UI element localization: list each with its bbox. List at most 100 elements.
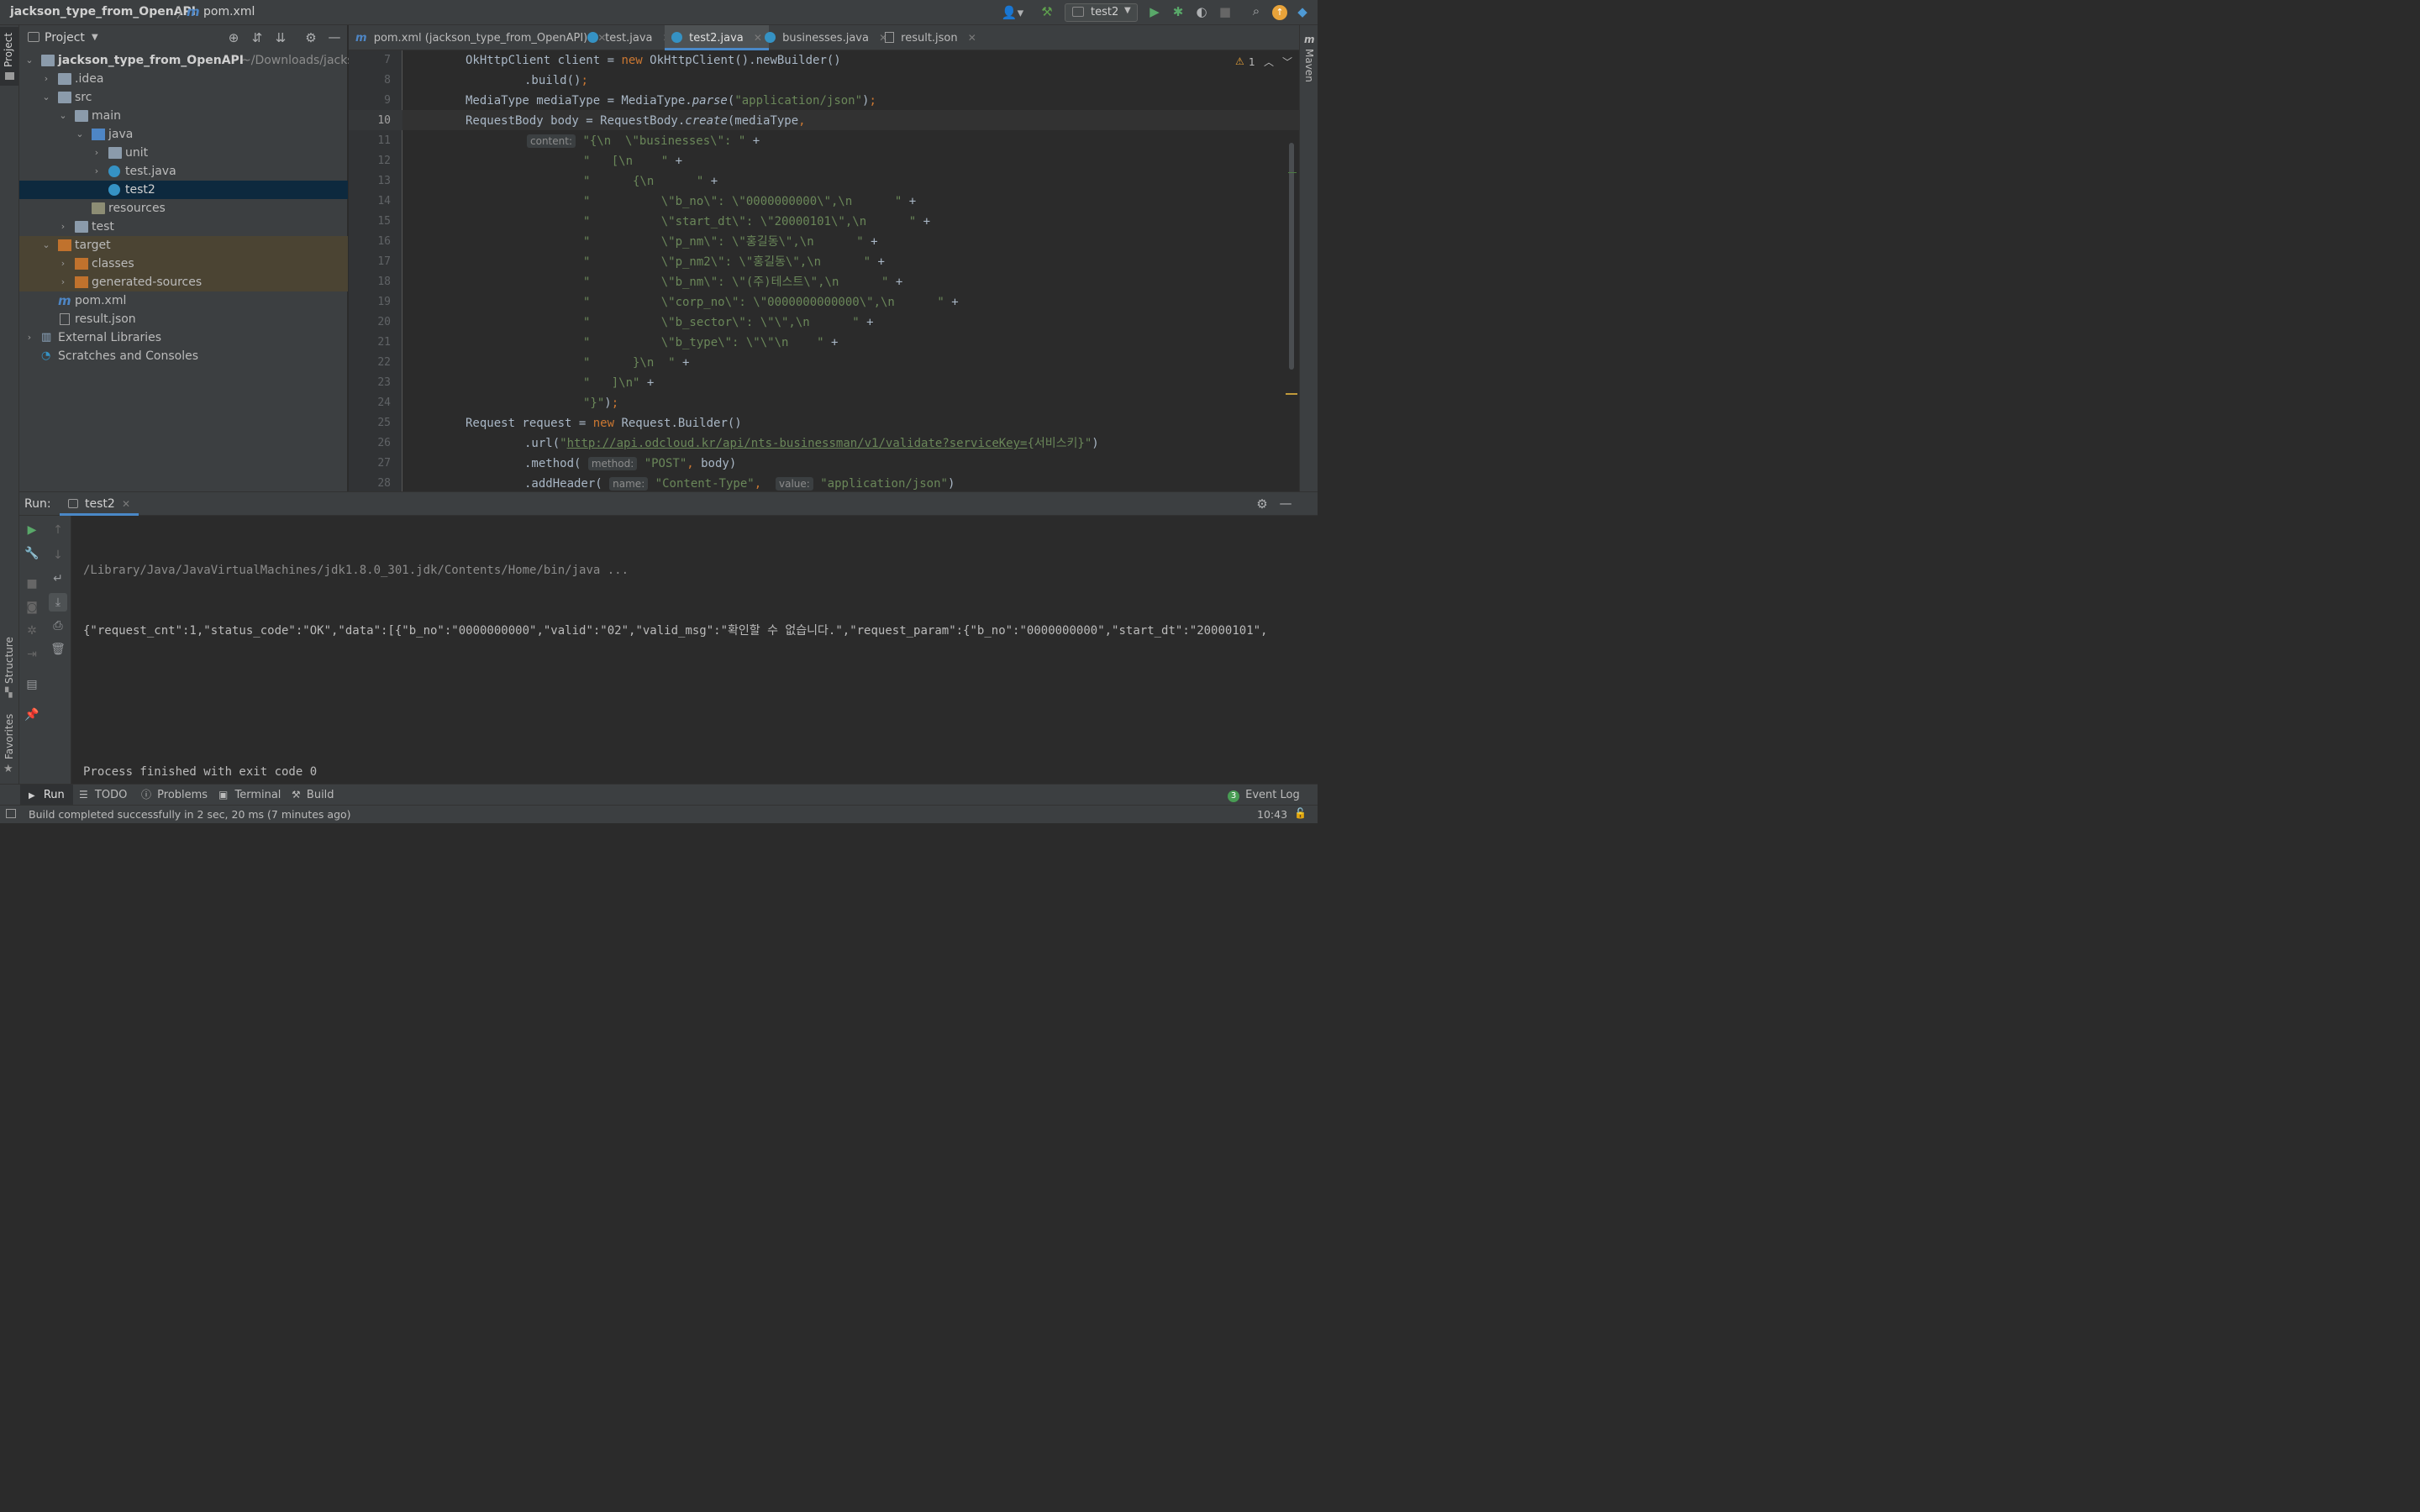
line-number[interactable]: 18 (349, 272, 391, 292)
tab-result-json[interactable]: result.json ✕ (885, 25, 976, 50)
minimize-icon[interactable]: — (327, 29, 342, 45)
debug-icon[interactable]: ✱ (1171, 4, 1185, 19)
user-icon[interactable]: 👤▾ (1000, 5, 1025, 20)
line-number[interactable]: 9 (349, 91, 391, 111)
line-number[interactable]: 23 (349, 373, 391, 393)
line-number[interactable]: 11 (349, 131, 391, 151)
stop-icon[interactable]: ■ (1218, 4, 1232, 19)
update-icon[interactable]: ↑ (1272, 5, 1287, 20)
line-number[interactable]: 8 (349, 71, 391, 91)
line-number[interactable]: 15 (349, 212, 391, 232)
structure-tool-tab[interactable]: Structure ▚ (0, 637, 18, 698)
line-number[interactable]: 21 (349, 333, 391, 353)
editor-scrollbar[interactable] (1289, 143, 1294, 370)
tab-test-java[interactable]: test.java ✕ (587, 25, 671, 50)
project-tool-tab[interactable]: Project (0, 27, 18, 86)
event-log-button[interactable]: 3 Event Log (1228, 785, 1300, 806)
line-number[interactable]: 17 (349, 252, 391, 272)
expand-all-icon[interactable]: ⇵ (250, 30, 265, 45)
line-number[interactable]: 13 (349, 171, 391, 192)
lock-icon[interactable]: 🔓 (1294, 807, 1307, 819)
tree-item-scratches[interactable]: ◔ Scratches and Consoles (19, 347, 348, 365)
tab-build[interactable]: ⚒ Build (292, 785, 334, 806)
rerun-icon[interactable]: ▶ (24, 522, 39, 538)
tree-item-result-json[interactable]: result.json (19, 310, 348, 328)
run-config-select[interactable]: test2 ▼ (1065, 3, 1138, 22)
coverage-icon[interactable]: ◐ (1195, 4, 1208, 19)
wrench-icon[interactable]: 🔧 (24, 546, 39, 561)
up-arrow-icon[interactable]: ↑ (50, 522, 66, 538)
close-icon[interactable]: ✕ (754, 32, 762, 44)
line-number[interactable]: 26 (349, 433, 391, 454)
layout-icon[interactable]: ▤ (24, 677, 39, 692)
tab-pom-xml[interactable]: m pom.xml (jackson_type_from_OpenAPI) ✕ (355, 25, 606, 50)
build-hammer-icon[interactable]: ⚒ (1039, 4, 1055, 19)
tree-item-test[interactable]: › test (19, 218, 348, 236)
tree-item-resources[interactable]: resources (19, 199, 348, 218)
favorites-tool-tab[interactable]: Favorites ★ (0, 712, 18, 780)
breadcrumb-project[interactable]: jackson_type_from_OpenAPI (10, 5, 196, 18)
tab-terminal[interactable]: ▣ Terminal (218, 785, 281, 806)
camera-icon[interactable]: ◙ (24, 600, 39, 615)
line-number[interactable]: 20 (349, 312, 391, 333)
line-number[interactable]: 24 (349, 393, 391, 413)
tree-item-target[interactable]: ⌄ target (19, 236, 348, 255)
breadcrumb-file[interactable]: pom.xml (203, 5, 255, 18)
status-message[interactable]: Build completed successfully in 2 sec, 2… (29, 808, 351, 821)
line-number[interactable]: 12 (349, 151, 391, 171)
print-icon[interactable]: ⎙ (50, 618, 66, 633)
restore-layout-icon[interactable]: ✲ (24, 623, 39, 638)
locate-icon[interactable]: ⊕ (226, 30, 241, 45)
line-number[interactable]: 22 (349, 353, 391, 373)
collapse-all-icon[interactable]: ⇊ (273, 30, 288, 45)
warning-icon[interactable]: ⚠ (1235, 55, 1244, 67)
tree-item-external-libraries[interactable]: › ▥ External Libraries (19, 328, 348, 347)
tab-businesses-java[interactable]: businesses.java ✕ (765, 25, 887, 50)
tree-item-main[interactable]: ⌄ main (19, 107, 348, 125)
tree-item-pom-xml[interactable]: m pom.xml (19, 291, 348, 310)
tab-run[interactable]: ▶ Run (20, 785, 73, 806)
chevron-down-icon[interactable]: ▼ (92, 33, 98, 42)
gear-icon[interactable]: ⚙ (303, 30, 318, 45)
line-number[interactable]: 14 (349, 192, 391, 212)
tree-item-idea[interactable]: › .idea (19, 70, 348, 88)
maven-tool-tab[interactable]: m Maven (1300, 32, 1318, 82)
minimize-icon[interactable]: — (1278, 496, 1293, 511)
run-icon[interactable]: ▶ (1148, 4, 1161, 19)
tree-item-src[interactable]: ⌄ src (19, 88, 348, 107)
tree-item-generated-sources[interactable]: › generated-sources (19, 273, 348, 291)
line-number[interactable]: 25 (349, 413, 391, 433)
line-number[interactable]: 27 (349, 454, 391, 474)
exit-icon[interactable]: ⇥ (24, 647, 39, 662)
tree-item-test-java[interactable]: › test.java (19, 162, 348, 181)
gear-icon[interactable]: ⚙ (1255, 496, 1270, 512)
toolbox-icon[interactable]: ◆ (1295, 4, 1310, 19)
line-number[interactable]: 19 (349, 292, 391, 312)
trash-icon[interactable]: 🗑 (50, 642, 66, 657)
line-number[interactable]: 16 (349, 232, 391, 252)
url-link[interactable]: http://api.odcloud.kr/api/nts-businessma… (567, 437, 1028, 450)
tool-windows-icon[interactable] (6, 809, 16, 818)
line-number[interactable]: 7 (349, 50, 391, 71)
warning-marker[interactable] (1286, 393, 1297, 395)
previous-highlight-icon[interactable]: ︿ (1264, 55, 1274, 69)
run-tab-test2[interactable]: test2 ✕ (60, 492, 139, 516)
project-panel-title[interactable]: Project (45, 31, 85, 45)
pin-icon[interactable]: 📌 (24, 707, 39, 722)
console-output[interactable]: /Library/Java/JavaVirtualMachines/jdk1.8… (83, 520, 1302, 822)
tree-item-project-root[interactable]: ⌄ jackson_type_from_OpenAPI ~/Downloads/… (19, 51, 353, 70)
down-arrow-icon[interactable]: ↓ (50, 548, 66, 563)
line-number[interactable]: 28 (349, 474, 391, 491)
scroll-to-end-icon[interactable]: ⤓ (49, 593, 67, 612)
code-editor[interactable]: 7 8 9 10 11 12 13 14 15 16 17 18 19 20 21 22 23 24 25 26 27 2… (349, 50, 1299, 491)
tree-item-unit[interactable]: › unit (19, 144, 348, 162)
caret-position[interactable]: 10:43 (1257, 808, 1287, 821)
line-number[interactable]: 10 (349, 111, 391, 131)
tab-problems[interactable]: ⓘ Problems (141, 785, 208, 806)
tab-test2-java[interactable]: test2.java ✕ (665, 25, 769, 50)
tab-todo[interactable]: ☰ TODO (79, 785, 127, 806)
stop-icon[interactable]: ■ (24, 576, 39, 591)
search-icon[interactable]: ⌕ (1249, 3, 1264, 18)
tree-item-classes[interactable]: › classes (19, 255, 348, 273)
close-icon[interactable]: ✕ (968, 32, 976, 44)
